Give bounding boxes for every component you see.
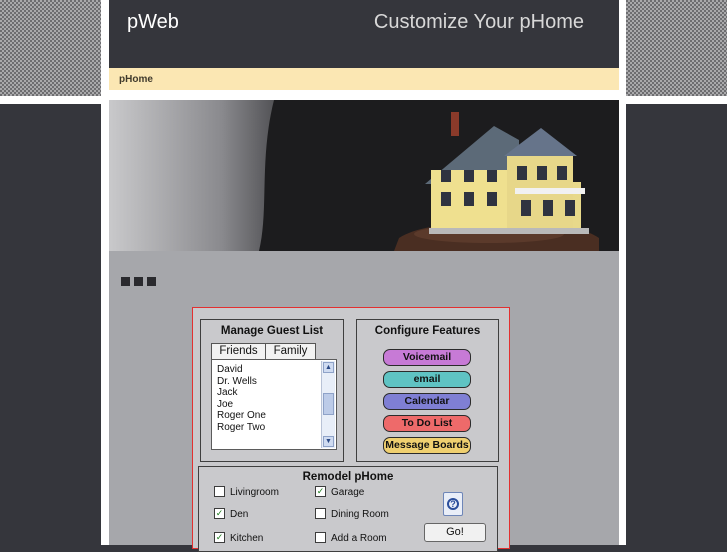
hero-image xyxy=(109,100,619,251)
nav-item-phome[interactable]: pHome xyxy=(119,74,153,85)
list-item[interactable]: David xyxy=(212,364,266,376)
checkbox-checked[interactable]: ✓ xyxy=(214,532,225,543)
scroll-thumb[interactable] xyxy=(323,393,334,415)
features-panel: Configure Features Voicemail email Calen… xyxy=(356,319,499,462)
checkbox[interactable] xyxy=(214,486,225,497)
list-item[interactable]: Jack xyxy=(212,387,266,399)
hero-house-illustration xyxy=(259,100,619,251)
page: pWeb Customize Your pHome pHome Manage G… xyxy=(101,0,626,552)
list-item[interactable]: Roger Two xyxy=(212,422,266,434)
checkbox[interactable] xyxy=(315,508,326,519)
help-icon[interactable]: ? xyxy=(443,492,463,516)
scrollbar[interactable]: ▲ ▼ xyxy=(321,361,335,448)
remodel-panel: Remodel pHome Livingroom ✓ Garage ✓ Den Di… xyxy=(198,466,498,552)
tab-friends[interactable]: Friends xyxy=(211,343,266,360)
checkbox[interactable] xyxy=(315,532,326,543)
todo-list-button[interactable]: To Do List xyxy=(383,415,471,432)
features-title: Configure Features xyxy=(374,325,481,337)
guest-list-panel: Manage Guest List Friends Family David D… xyxy=(200,319,344,462)
remodel-title: Remodel pHome xyxy=(302,471,394,483)
phome-app: Manage Guest List Friends Family David D… xyxy=(192,307,510,552)
nav-bar: pHome xyxy=(109,68,619,90)
voicemail-button[interactable]: Voicemail xyxy=(383,349,471,366)
scroll-down-icon[interactable]: ▼ xyxy=(323,436,334,447)
room-livingroom[interactable]: Livingroom xyxy=(214,486,279,498)
room-add-a-room[interactable]: Add a Room xyxy=(315,532,387,544)
room-den[interactable]: ✓ Den xyxy=(214,508,248,520)
room-kitchen[interactable]: ✓ Kitchen xyxy=(214,532,263,544)
site-slogan: Customize Your pHome xyxy=(373,11,584,33)
calendar-button[interactable]: Calendar xyxy=(383,393,471,410)
checkbox-checked[interactable]: ✓ xyxy=(315,486,326,497)
list-item[interactable]: Joe xyxy=(212,399,266,411)
message-boards-button[interactable]: Message Boards xyxy=(383,437,471,454)
list-item[interactable]: Dr. Wells xyxy=(212,376,266,388)
menu-dots-icon[interactable] xyxy=(121,273,160,291)
go-button[interactable]: Go! xyxy=(424,523,486,542)
header: pWeb Customize Your pHome xyxy=(109,0,619,68)
room-garage[interactable]: ✓ Garage xyxy=(315,486,364,498)
email-button[interactable]: email xyxy=(383,371,471,388)
checkbox-checked[interactable]: ✓ xyxy=(214,508,225,519)
guest-list-title: Manage Guest List xyxy=(220,325,324,337)
tab-family[interactable]: Family xyxy=(265,343,316,360)
site-name[interactable]: pWeb xyxy=(127,11,179,34)
content-area: Manage Guest List Friends Family David D… xyxy=(109,251,619,552)
list-item[interactable]: Roger One xyxy=(212,410,266,422)
scroll-up-icon[interactable]: ▲ xyxy=(323,362,334,373)
room-dining-room[interactable]: Dining Room xyxy=(315,508,389,520)
guest-listbox[interactable]: David Dr. Wells Jack Joe Roger One Roger… xyxy=(211,359,337,450)
